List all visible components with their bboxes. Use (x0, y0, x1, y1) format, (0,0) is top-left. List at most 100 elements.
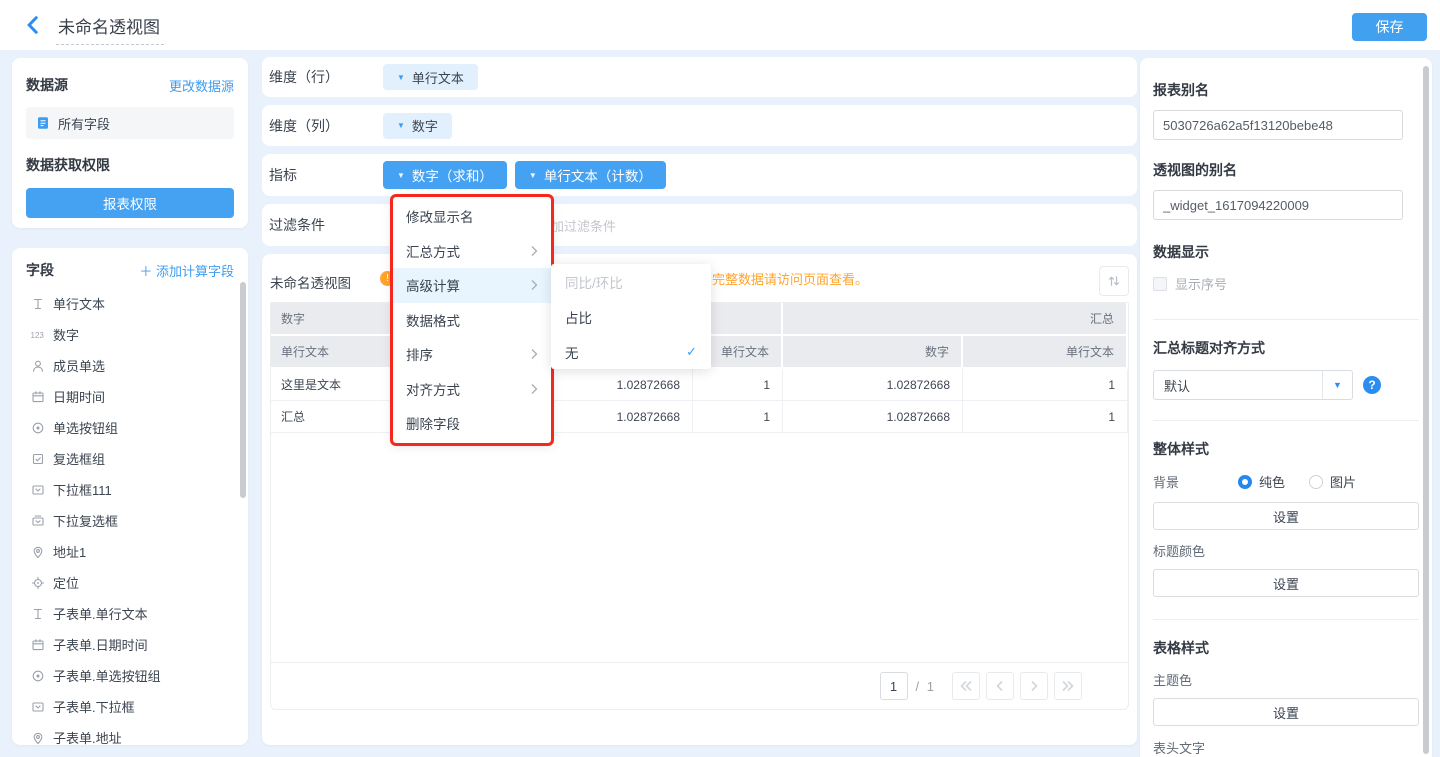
table-cell: 1 (693, 369, 783, 401)
page-total: / 1 (916, 679, 936, 694)
table-cell: 1 (693, 401, 783, 433)
back-button[interactable] (26, 16, 44, 34)
dropdown-icon (30, 699, 45, 714)
field-item-location[interactable]: 定位 (12, 567, 248, 598)
title-color-set-button[interactable]: 设置 (1153, 569, 1419, 597)
show-index-checkbox[interactable]: 显示序号 (1153, 274, 1419, 293)
next-page-button[interactable] (1020, 672, 1048, 700)
field-item-member[interactable]: 成员单选 (12, 350, 248, 381)
report-permission-button[interactable]: 报表权限 (26, 188, 234, 218)
table-cell: 1 (963, 369, 1128, 401)
divider (1153, 420, 1419, 421)
bg-solid-label[interactable]: 纯色 (1259, 472, 1285, 491)
chevron-right-icon (530, 245, 538, 257)
radio-icon (30, 420, 45, 435)
field-item-datetime[interactable]: 日期时间 (12, 381, 248, 412)
widget-alias-label: 透视图的别名 (1153, 160, 1419, 180)
menu-item-rename[interactable]: 修改显示名 (393, 199, 551, 234)
chevron-right-icon (530, 279, 538, 291)
field-item-sub-datetime[interactable]: 子表单.日期时间 (12, 629, 248, 660)
field-item-number[interactable]: 123 数字 (12, 319, 248, 350)
save-button[interactable]: 保存 (1352, 13, 1427, 41)
dimension-col-label: 维度（列） (269, 116, 383, 136)
datasource-panel: 数据源 更改数据源 所有字段 数据获取权限 报表权限 (12, 58, 248, 228)
field-item-dropdown-multi[interactable]: 下拉复选框 (12, 505, 248, 536)
dropdown-multi-icon (30, 513, 45, 528)
fields-title: 字段 (26, 260, 54, 280)
prev-page-button[interactable] (986, 672, 1014, 700)
summary-align-select[interactable]: 默认 ▼ (1153, 370, 1353, 400)
table-cell: 汇总 (271, 401, 404, 433)
table-cell: 1.02872668 (783, 401, 963, 433)
caret-down-icon: ▼ (529, 171, 537, 180)
svg-text:123: 123 (31, 331, 45, 340)
theme-color-label: 主题色 (1153, 670, 1419, 689)
page-title[interactable]: 未命名透视图 (56, 13, 164, 45)
menu-item-data-format[interactable]: 数据格式 (393, 303, 551, 338)
field-item-checkbox-group[interactable]: 复选框组 (12, 443, 248, 474)
member-icon (30, 358, 45, 373)
change-datasource-link[interactable]: 更改数据源 (169, 76, 234, 95)
report-alias-input[interactable] (1153, 110, 1403, 140)
page-number-input[interactable]: 1 (880, 672, 908, 700)
radio-solid-color[interactable] (1238, 475, 1252, 489)
help-icon[interactable]: ? (1363, 376, 1381, 394)
submenu-item-none[interactable]: 无✓ (551, 334, 711, 369)
filter-label: 过滤条件 (269, 215, 383, 235)
menu-item-sort[interactable]: 排序 (393, 337, 551, 372)
submenu-item-percentage[interactable]: 占比 (551, 299, 711, 334)
chevron-left-icon (26, 16, 44, 34)
bg-image-label[interactable]: 图片 (1330, 472, 1356, 491)
background-set-button[interactable]: 设置 (1153, 502, 1419, 530)
report-alias-label: 报表别名 (1153, 80, 1419, 100)
table-empty-area (271, 433, 1128, 662)
first-page-button[interactable] (952, 672, 980, 700)
data-access-title: 数据获取权限 (26, 155, 234, 175)
calendar-icon (30, 637, 45, 652)
divider (1153, 619, 1419, 620)
field-item-dropdown[interactable]: 下拉框111 (12, 474, 248, 505)
settings-scrollbar[interactable] (1423, 66, 1429, 754)
metric-tag-text-count[interactable]: ▼单行文本（计数） (515, 161, 666, 189)
check-icon: ✓ (686, 344, 697, 360)
dimension-row-tag[interactable]: ▼单行文本 (383, 64, 478, 90)
fields-scrollbar[interactable] (240, 282, 246, 498)
theme-color-set-button[interactable]: 设置 (1153, 698, 1419, 726)
caret-down-icon: ▼ (397, 73, 405, 82)
table-header-cell: 数字 (271, 303, 404, 334)
metrics-section: 指标 ▼数字（求和） ▼单行文本（计数） (262, 154, 1137, 196)
table-style-label: 表格样式 (1153, 638, 1419, 658)
menu-item-align[interactable]: 对齐方式 (393, 372, 551, 407)
table-header-cell: 单行文本 (963, 336, 1128, 367)
field-item-radio-group[interactable]: 单选按钮组 (12, 412, 248, 443)
metric-tag-number-sum[interactable]: ▼数字（求和） (383, 161, 507, 189)
table-header-cell: 单行文本 (271, 336, 404, 367)
field-item-sub-radio-group[interactable]: 子表单.单选按钮组 (12, 660, 248, 691)
dimension-col-tag[interactable]: ▼数字 (383, 113, 452, 139)
sort-button[interactable] (1099, 266, 1129, 296)
caret-down-icon: ▼ (397, 171, 405, 180)
field-item-address[interactable]: 地址1 (12, 536, 248, 567)
field-item-sub-address[interactable]: 子表单.地址 (12, 722, 248, 753)
text-icon (30, 296, 45, 311)
datasource-title: 数据源 (26, 75, 68, 95)
datasource-item[interactable]: 所有字段 (26, 107, 234, 139)
advanced-calc-submenu: 同比/环比 占比 无✓ (551, 264, 711, 369)
field-item-sub-dropdown[interactable]: 子表单.下拉框 (12, 691, 248, 722)
datasource-name: 所有字段 (58, 114, 110, 133)
plus-icon: ＋ (139, 264, 156, 279)
radio-image[interactable] (1309, 475, 1323, 489)
widget-alias-input[interactable] (1153, 190, 1403, 220)
menu-item-advanced-calc[interactable]: 高级计算 (393, 268, 551, 303)
menu-item-summary-method[interactable]: 汇总方式 (393, 234, 551, 269)
menu-item-delete-field[interactable]: 删除字段 (393, 406, 551, 441)
location-pin-icon (30, 544, 45, 559)
calendar-icon (30, 389, 45, 404)
field-item-text[interactable]: 单行文本 (12, 288, 248, 319)
field-item-sub-text[interactable]: 子表单.单行文本 (12, 598, 248, 629)
add-calc-field-link[interactable]: ＋ 添加计算字段 (139, 261, 234, 280)
divider (1153, 319, 1419, 320)
dimension-row-section: 维度（行） ▼单行文本 (262, 57, 1137, 97)
submenu-item-yoy[interactable]: 同比/环比 (551, 264, 711, 299)
last-page-button[interactable] (1054, 672, 1082, 700)
